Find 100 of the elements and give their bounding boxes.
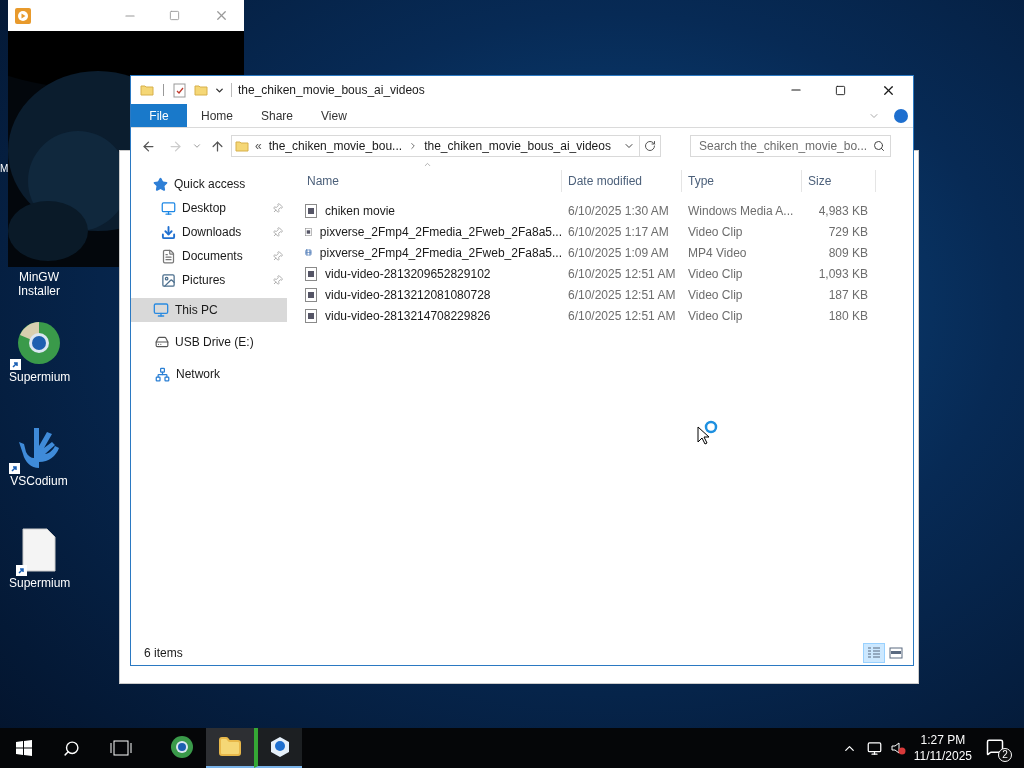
network-status-icon[interactable] — [866, 740, 882, 756]
drive-icon — [155, 335, 169, 349]
file-name: pixverse_2Fmp4_2Fmedia_2Fweb_2Fa8a5... — [319, 223, 562, 241]
taskbar-app[interactable] — [254, 728, 302, 768]
download-icon — [161, 224, 176, 240]
properties-icon[interactable] — [173, 82, 187, 98]
video-file-icon — [305, 246, 312, 259]
preview-view-icon — [889, 647, 903, 659]
desktop-icon-label[interactable]: Supermium — [9, 370, 69, 384]
desktop-icon-label[interactable]: MinGW Installer — [9, 270, 69, 298]
file-row[interactable]: vidu-video-2813214708229826 6/10/2025 12:51 AM Video Clip 180 KB — [301, 305, 876, 326]
folder-icon — [218, 735, 242, 759]
date-cell-text: 6/10/2025 12:51 AM — [567, 286, 677, 304]
monitor-icon — [161, 200, 176, 216]
type-cell-text: MP4 Video — [687, 244, 748, 262]
globe-icon — [170, 735, 194, 759]
file-row[interactable]: pixverse_2Fmp4_2Fmedia_2Fweb_2Fa8a5... 6/10/2025 1:17 AM Video Clip 729 KB — [301, 221, 876, 242]
play-icon — [15, 7, 31, 24]
action-center-icon[interactable] — [986, 738, 1004, 756]
type-cell-text: Windows Media A... — [687, 202, 795, 220]
address-bar[interactable]: « the_chiken_movie_bou... the_chiken_movie_bous_ai_videos — [231, 135, 661, 157]
date-cell-text: 6/10/2025 12:51 AM — [567, 265, 677, 283]
new-folder-icon — [194, 83, 208, 97]
nav-item[interactable]: USB Drive (E:) — [131, 330, 287, 354]
nav-item[interactable]: Pictures — [131, 268, 287, 292]
folder-icon — [140, 83, 154, 97]
file-name: vidu-video-2813214708229826 — [325, 307, 491, 325]
video-file-icon — [305, 203, 317, 218]
folder-icon — [235, 139, 249, 153]
help-icon[interactable] — [894, 108, 908, 123]
ribbon-tab[interactable]: Share — [247, 104, 308, 127]
maximize-icon[interactable] — [835, 84, 846, 96]
status-text: 6 items — [144, 645, 183, 662]
monitor-icon — [153, 302, 169, 318]
taskbar-app[interactable] — [206, 728, 254, 768]
type-cell-text: Video Clip — [687, 223, 744, 241]
search-icon — [873, 140, 885, 152]
shortcut-arrow-icon — [10, 359, 21, 370]
file-name: chiken movie — [325, 202, 396, 220]
video-file-icon — [305, 308, 317, 323]
clock-date[interactable]: 11/11/2025 — [913, 748, 972, 764]
file-row[interactable]: vidu-video-2813209652829102 6/10/2025 12:51 AM Video Clip 1,093 KB — [301, 263, 876, 284]
video-file-icon — [305, 266, 317, 281]
file-row[interactable]: pixverse_2Fmp4_2Fmedia_2Fweb_2Fa8a5... 6/10/2025 1:09 AM MP4 Video 809 KB — [301, 242, 876, 263]
date-cell-text: 6/10/2025 1:09 AM — [567, 244, 670, 262]
star-icon — [153, 176, 168, 192]
ribbon-tab[interactable]: View — [307, 104, 361, 127]
column-header[interactable]: Type — [682, 170, 802, 192]
task-view-icon[interactable] — [110, 740, 132, 756]
breadcrumb[interactable]: the_chiken_movie_bou... — [268, 137, 403, 155]
sort-indicator-icon — [423, 160, 432, 169]
hexagon-icon — [268, 735, 292, 759]
address-overflow[interactable]: « — [255, 137, 262, 155]
nav-item[interactable]: Desktop — [131, 196, 287, 220]
search-field[interactable]: Search the_chiken_movie_bo... — [690, 135, 891, 157]
image-icon — [161, 272, 176, 288]
nav-item[interactable]: Downloads — [131, 220, 287, 244]
windows-logo-icon[interactable] — [16, 740, 32, 756]
nav-item[interactable]: Network — [131, 362, 287, 386]
clock-time[interactable]: 1:27 PM — [920, 732, 966, 748]
file-icon — [22, 528, 56, 572]
file-row[interactable]: vidu-video-2813212081080728 6/10/2025 12:51 AM Video Clip 187 KB — [301, 284, 876, 305]
desktop-icon-label[interactable]: VSCodium — [9, 474, 69, 488]
document-icon — [161, 248, 176, 264]
file-name: vidu-video-2813209652829102 — [325, 265, 491, 283]
column-header[interactable]: Name — [301, 170, 562, 192]
details-view-icon — [867, 647, 881, 659]
date-cell-text: 6/10/2025 1:30 AM — [567, 202, 670, 220]
size-cell-text: 809 KB — [827, 244, 869, 262]
muted-speaker-icon[interactable] — [889, 740, 906, 756]
date-cell-text: 6/10/2025 1:17 AM — [567, 223, 670, 241]
column-header[interactable]: Date modified — [562, 170, 682, 192]
back-icon[interactable] — [141, 138, 156, 154]
ribbon-tab[interactable]: File — [131, 104, 187, 127]
date-cell-text: 6/10/2025 12:51 AM — [567, 307, 677, 325]
globe-icon — [16, 320, 62, 366]
nav-item[interactable]: Documents — [131, 244, 287, 268]
search-icon[interactable] — [63, 739, 80, 757]
type-cell-text: Video Clip — [687, 265, 744, 283]
breadcrumb[interactable]: the_chiken_movie_bous_ai_videos — [424, 137, 611, 155]
notification-count: 2 — [998, 748, 1012, 762]
size-cell-text: 187 KB — [827, 286, 869, 304]
ribbon-tab[interactable]: Home — [187, 104, 247, 127]
column-header[interactable]: Size — [802, 170, 876, 192]
size-cell-text: 180 KB — [827, 307, 869, 325]
video-file-icon — [305, 287, 317, 302]
desktop-icon-label: M — [0, 163, 9, 175]
size-cell-text: 4,983 KB — [817, 202, 869, 220]
up-icon[interactable] — [210, 138, 225, 154]
file-name: vidu-video-2813212081080728 — [325, 286, 491, 304]
type-cell-text: Video Clip — [687, 286, 744, 304]
window-title: the_chiken_movie_bous_ai_videos — [238, 82, 425, 99]
refresh-icon[interactable] — [644, 140, 656, 152]
nav-item[interactable]: Quick access — [131, 172, 287, 196]
type-cell-text: Video Clip — [687, 307, 744, 325]
nav-item[interactable]: This PC — [131, 298, 287, 322]
file-row[interactable]: chiken movie 6/10/2025 1:30 AM Windows Media A... 4,983 KB — [301, 200, 876, 221]
desktop-icon-label[interactable]: Supermium — [9, 576, 69, 590]
network-icon — [155, 366, 170, 382]
file-name: pixverse_2Fmp4_2Fmedia_2Fweb_2Fa8a5... — [319, 244, 562, 262]
